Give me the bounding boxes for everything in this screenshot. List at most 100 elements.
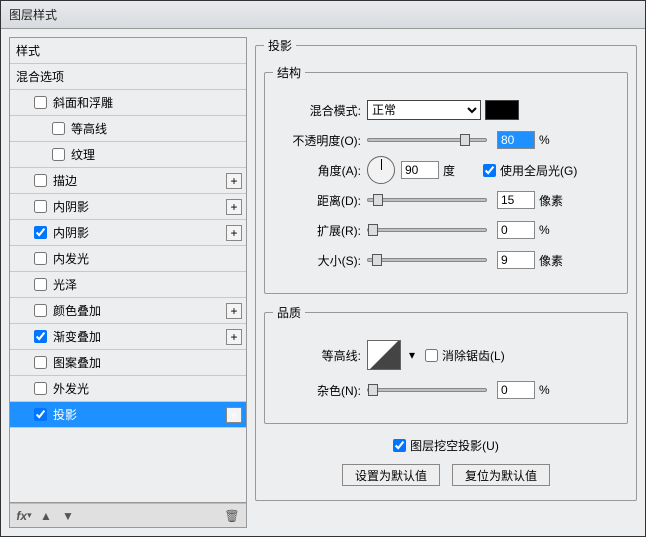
noise-unit: %	[539, 383, 569, 397]
style-item-checkbox[interactable]	[52, 122, 65, 135]
style-item-checkbox[interactable]	[34, 226, 47, 239]
style-item[interactable]: 颜色叠加 +	[10, 298, 246, 324]
spread-label: 扩展(R):	[273, 222, 361, 239]
spread-slider[interactable]	[367, 228, 487, 232]
opacity-input[interactable]	[497, 131, 535, 149]
add-effect-icon[interactable]: +	[226, 225, 242, 241]
noise-label: 杂色(N):	[273, 382, 361, 399]
angle-unit: 度	[443, 162, 473, 179]
knockout-label: 图层挖空投影(U)	[410, 437, 499, 454]
distance-label: 距离(D):	[273, 192, 361, 209]
blend-mode-label: 混合模式:	[273, 102, 361, 119]
style-item-label: 外发光	[53, 380, 89, 397]
chevron-down-icon[interactable]: ▾	[409, 348, 415, 362]
structure-legend: 结构	[273, 64, 305, 81]
spread-unit: %	[539, 223, 569, 237]
style-item[interactable]: 等高线	[10, 116, 246, 142]
size-slider[interactable]	[367, 258, 487, 262]
angle-input[interactable]	[401, 161, 439, 179]
noise-input[interactable]	[497, 381, 535, 399]
opacity-label: 不透明度(O):	[273, 132, 361, 149]
move-down-icon[interactable]: ▼	[60, 508, 76, 524]
blend-options-label: 混合选项	[16, 68, 64, 85]
style-item-label: 投影	[53, 406, 77, 423]
style-item-checkbox[interactable]	[34, 408, 47, 421]
anti-alias-checkbox[interactable]	[425, 349, 438, 362]
contour-label: 等高线:	[273, 347, 361, 364]
spread-input[interactable]	[497, 221, 535, 239]
quality-legend: 品质	[273, 304, 305, 321]
style-item-checkbox[interactable]	[34, 278, 47, 291]
style-item-label: 内阴影	[53, 198, 89, 215]
blend-options-header[interactable]: 混合选项	[10, 64, 246, 90]
add-effect-icon[interactable]: +	[226, 329, 242, 345]
set-default-button[interactable]: 设置为默认值	[342, 464, 440, 486]
style-item[interactable]: 渐变叠加 +	[10, 324, 246, 350]
angle-dial[interactable]	[367, 156, 395, 184]
style-item[interactable]: 内阴影 +	[10, 220, 246, 246]
style-item-label: 等高线	[71, 120, 107, 137]
styles-header-label: 样式	[16, 42, 40, 59]
style-item-label: 内阴影	[53, 224, 89, 241]
style-item[interactable]: 内阴影 +	[10, 194, 246, 220]
knockout-checkbox[interactable]	[393, 439, 406, 452]
blend-mode-select[interactable]: 正常	[367, 100, 481, 120]
style-item-checkbox[interactable]	[34, 96, 47, 109]
anti-alias-label: 消除锯齿(L)	[442, 347, 505, 364]
trash-icon[interactable]: 🗑	[224, 508, 240, 524]
size-label: 大小(S):	[273, 252, 361, 269]
distance-unit: 像素	[539, 192, 569, 209]
style-item-checkbox[interactable]	[52, 148, 65, 161]
add-effect-icon[interactable]: +	[226, 407, 242, 423]
distance-input[interactable]	[497, 191, 535, 209]
opacity-slider[interactable]	[367, 138, 487, 142]
style-item[interactable]: 描边 +	[10, 168, 246, 194]
style-item[interactable]: 投影 +	[10, 402, 246, 428]
distance-slider[interactable]	[367, 198, 487, 202]
style-item[interactable]: 斜面和浮雕	[10, 90, 246, 116]
style-item[interactable]: 纹理	[10, 142, 246, 168]
style-item-label: 斜面和浮雕	[53, 94, 113, 111]
style-item-checkbox[interactable]	[34, 304, 47, 317]
noise-slider[interactable]	[367, 388, 487, 392]
window-title: 图层样式	[9, 6, 57, 23]
opacity-unit: %	[539, 133, 569, 147]
move-up-icon[interactable]: ▲	[38, 508, 54, 524]
style-item[interactable]: 外发光	[10, 376, 246, 402]
structure-fieldset: 结构 混合模式: 正常 不透明度(O): %	[264, 64, 628, 294]
reset-default-button[interactable]: 复位为默认值	[452, 464, 550, 486]
style-list: 样式 混合选项 斜面和浮雕等高线纹理描边+内阴影+内阴影+内发光光泽颜色叠加+渐…	[10, 38, 246, 503]
panel-title: 投影	[264, 37, 296, 54]
style-item-label: 纹理	[71, 146, 95, 163]
style-item-checkbox[interactable]	[34, 330, 47, 343]
add-effect-icon[interactable]: +	[226, 173, 242, 189]
style-item-checkbox[interactable]	[34, 252, 47, 265]
shadow-color-swatch[interactable]	[485, 100, 519, 120]
style-item-label: 光泽	[53, 276, 77, 293]
size-input[interactable]	[497, 251, 535, 269]
style-item-checkbox[interactable]	[34, 356, 47, 369]
global-light-checkbox[interactable]	[483, 164, 496, 177]
style-item-label: 颜色叠加	[53, 302, 101, 319]
add-effect-icon[interactable]: +	[226, 199, 242, 215]
style-item[interactable]: 光泽	[10, 272, 246, 298]
style-list-footer: fx▾ ▲ ▼ 🗑	[10, 503, 246, 527]
quality-fieldset: 品质 等高线: ▾ 消除锯齿(L) 杂色(N):	[264, 304, 628, 424]
style-item-checkbox[interactable]	[34, 200, 47, 213]
add-effect-icon[interactable]: +	[226, 303, 242, 319]
style-item[interactable]: 图案叠加	[10, 350, 246, 376]
style-item-checkbox[interactable]	[34, 382, 47, 395]
global-light-label: 使用全局光(G)	[500, 162, 577, 179]
style-item-label: 图案叠加	[53, 354, 101, 371]
style-item[interactable]: 内发光	[10, 246, 246, 272]
styles-header[interactable]: 样式	[10, 38, 246, 64]
window-titlebar: 图层样式	[1, 1, 645, 29]
style-item-checkbox[interactable]	[34, 174, 47, 187]
main-fieldset: 投影 结构 混合模式: 正常 不透明度(O): %	[255, 37, 637, 501]
angle-label: 角度(A):	[273, 162, 361, 179]
style-item-label: 描边	[53, 172, 77, 189]
fx-icon[interactable]: fx▾	[16, 508, 32, 524]
contour-picker[interactable]	[367, 340, 401, 370]
size-unit: 像素	[539, 252, 569, 269]
style-item-label: 渐变叠加	[53, 328, 101, 345]
